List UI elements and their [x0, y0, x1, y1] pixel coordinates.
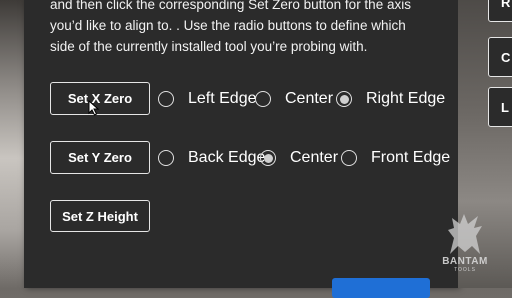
- radio-circle[interactable]: [255, 91, 271, 107]
- side-button-l[interactable]: L: [488, 87, 512, 127]
- radio-y-front-edge[interactable]: Front Edge: [341, 149, 450, 167]
- radio-label: Left Edge: [188, 90, 257, 107]
- radio-circle-selected[interactable]: [260, 150, 276, 166]
- logo-subtext: TOOLS: [454, 267, 476, 273]
- radio-y-center[interactable]: Center: [260, 149, 338, 167]
- radio-x-left-edge[interactable]: Left Edge: [158, 90, 257, 108]
- primary-action-button[interactable]: [332, 278, 430, 298]
- radio-circle[interactable]: [341, 150, 357, 166]
- mouse-cursor-icon: [88, 100, 100, 116]
- side-button-r[interactable]: R: [488, 0, 512, 22]
- radio-label: Back Edge: [188, 149, 266, 166]
- probing-panel: and then click the corresponding Set Zer…: [24, 0, 458, 298]
- radio-circle[interactable]: [158, 91, 174, 107]
- radio-circle[interactable]: [158, 150, 174, 166]
- radio-x-right-edge[interactable]: Right Edge: [336, 90, 445, 108]
- set-y-zero-button[interactable]: Set Y Zero: [50, 141, 150, 174]
- radio-label: Center: [285, 90, 334, 107]
- gryphon-icon: [448, 214, 482, 254]
- set-x-zero-button[interactable]: Set X Zero: [50, 82, 150, 115]
- radio-y-back-edge[interactable]: Back Edge: [158, 149, 265, 167]
- side-button-c[interactable]: C: [488, 37, 512, 77]
- instructions-text: and then click the corresponding Set Zer…: [50, 0, 430, 57]
- radio-x-center[interactable]: Center: [255, 90, 333, 108]
- bantam-logo: BANTAM TOOLS: [440, 210, 490, 276]
- instructions-line-1: and then click the corresponding Set Zer…: [50, 0, 411, 12]
- instructions-line-3: side of the currently installed tool you…: [50, 39, 368, 54]
- logo-wordmark: BANTAM: [442, 256, 488, 267]
- radio-circle-selected[interactable]: [336, 91, 352, 107]
- radio-label: Center: [290, 149, 339, 166]
- radio-label: Front Edge: [371, 149, 451, 166]
- background-left: [0, 0, 24, 288]
- radio-label: Right Edge: [366, 90, 446, 107]
- instructions-line-2: you’d like to align to. . Use the radio …: [50, 18, 406, 33]
- set-z-height-button[interactable]: Set Z Height: [50, 200, 150, 232]
